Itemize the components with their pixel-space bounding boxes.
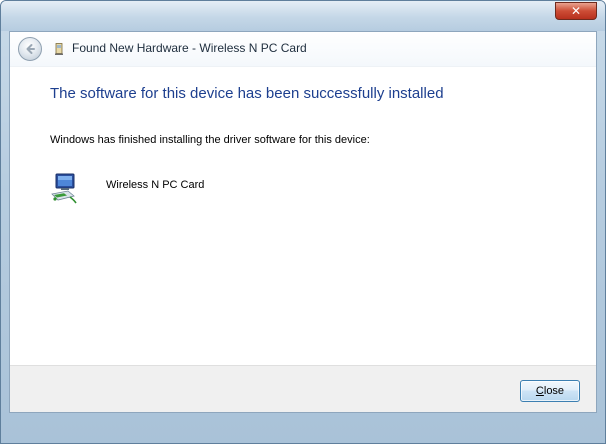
back-arrow-icon (26, 44, 35, 54)
page-heading: The software for this device has been su… (50, 85, 444, 102)
wizard-footer: Close (10, 365, 596, 412)
network-adapter-icon (51, 173, 77, 204)
close-button-mnemonic: C (535, 385, 544, 397)
close-icon: ✕ (570, 4, 582, 18)
wizard-title: Found New Hardware - Wireless N PC Card (72, 41, 307, 55)
title-bar: ✕ (1, 1, 605, 31)
hardware-wizard-icon (55, 43, 63, 55)
back-button[interactable] (18, 37, 42, 61)
wizard-header: Found New Hardware - Wireless N PC Card (10, 32, 596, 67)
info-text: Windows has finished installing the driv… (50, 134, 370, 146)
close-button-label: lose (543, 385, 565, 397)
dialog-window: ✕ Found New Hardware - Wireless N PC Car… (0, 0, 606, 444)
device-name: Wireless N PC Card (106, 179, 205, 191)
wizard-content: Found New Hardware - Wireless N PC Card … (9, 31, 597, 413)
window-close-button[interactable]: ✕ (555, 2, 597, 20)
close-button[interactable]: Close (520, 380, 580, 402)
